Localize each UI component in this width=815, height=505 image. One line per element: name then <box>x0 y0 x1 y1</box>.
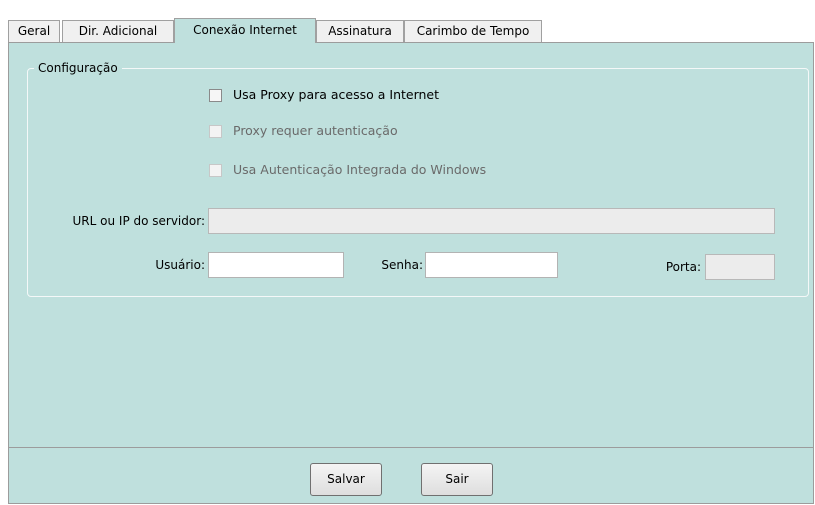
user-input[interactable] <box>209 253 343 277</box>
server-label: URL ou IP do servidor: <box>72 214 205 228</box>
use-proxy-label: Usa Proxy para acesso a Internet <box>233 87 440 102</box>
port-label: Porta: <box>665 260 701 274</box>
port-input[interactable] <box>706 255 774 279</box>
configuration-group-title: Configuração <box>38 61 118 75</box>
server-field[interactable] <box>208 208 775 234</box>
settings-window: Geral Dir. Adicional Conexão Internet As… <box>8 0 814 504</box>
tab-conexao-internet[interactable]: Conexão Internet <box>174 18 316 43</box>
button-bar: Salvar Sair <box>8 447 814 504</box>
tab-assinatura[interactable]: Assinatura <box>316 20 404 42</box>
windows-auth-checkbox-box[interactable] <box>209 164 222 177</box>
tab-strip: Geral Dir. Adicional Conexão Internet As… <box>8 18 814 43</box>
exit-button[interactable]: Sair <box>421 463 493 496</box>
use-proxy-checkbox-box[interactable] <box>209 89 222 102</box>
user-label: Usuário: <box>155 258 205 272</box>
tab-panel: Configuração Usa Proxy para acesso a Int… <box>8 42 814 448</box>
port-field[interactable] <box>705 254 775 280</box>
user-field[interactable] <box>208 252 344 278</box>
tab-dir-adicional[interactable]: Dir. Adicional <box>62 20 174 42</box>
server-input[interactable] <box>209 209 774 233</box>
proxy-auth-label: Proxy requer autenticação <box>233 123 398 138</box>
windows-auth-label: Usa Autenticação Integrada do Windows <box>233 162 487 177</box>
tab-geral[interactable]: Geral <box>8 20 60 42</box>
password-label: Senha: <box>381 258 423 272</box>
password-field[interactable] <box>425 252 558 278</box>
password-input[interactable] <box>426 253 557 277</box>
save-button[interactable]: Salvar <box>310 463 382 496</box>
tab-carimbo-de-tempo[interactable]: Carimbo de Tempo <box>404 20 542 42</box>
proxy-auth-checkbox-box[interactable] <box>209 125 222 138</box>
